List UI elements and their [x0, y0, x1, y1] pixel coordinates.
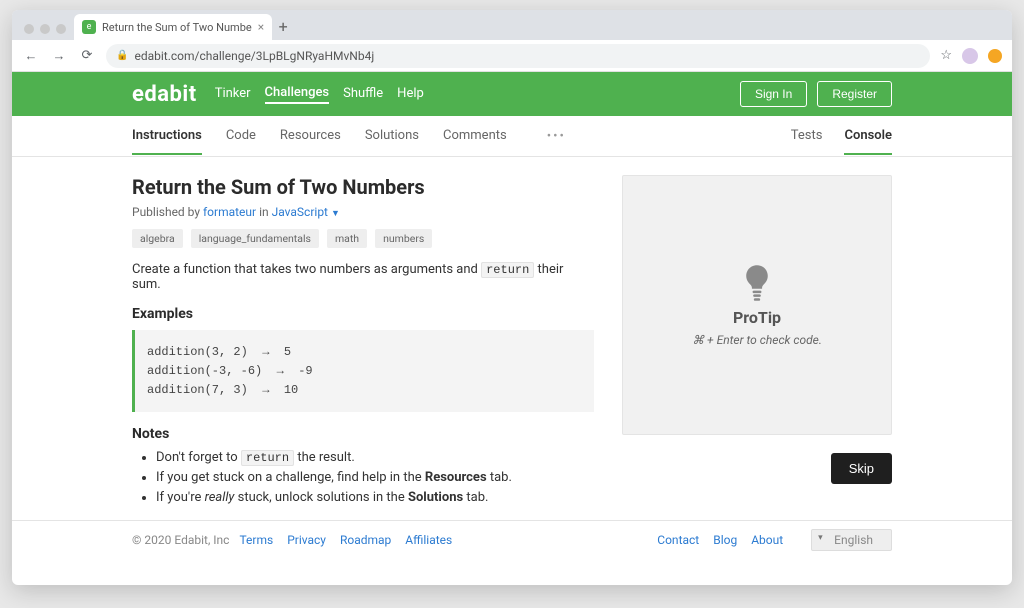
notes-list: Don't forget to return the result. If yo…	[132, 450, 594, 505]
url-field[interactable]: 🔒 edabit.com/challenge/3LpBLgNRyaHMvNb4j	[106, 44, 930, 68]
tag[interactable]: math	[327, 229, 367, 248]
language-selector[interactable]: English	[811, 529, 892, 551]
site-footer: © 2020 Edabit, Inc Terms Privacy Roadmap…	[132, 521, 892, 559]
browser-window: e Return the Sum of Two Numbe × + ← → ⟳ …	[12, 10, 1012, 585]
tab-instructions[interactable]: Instructions	[132, 118, 202, 155]
secondary-nav-wrap: Instructions Code Resources Solutions Co…	[12, 116, 1012, 157]
note-item: Don't forget to return the result.	[156, 450, 594, 465]
footer-terms[interactable]: Terms	[239, 533, 273, 547]
examples-heading: Examples	[132, 306, 594, 322]
register-button[interactable]: Register	[817, 81, 892, 107]
output-tabs: Tests Console	[791, 118, 892, 155]
skip-button[interactable]: Skip	[831, 453, 892, 484]
lock-icon: 🔒	[116, 50, 128, 61]
copyright: © 2020 Edabit, Inc	[132, 533, 229, 547]
back-icon[interactable]: ←	[22, 48, 40, 64]
new-tab-button[interactable]: +	[272, 17, 294, 40]
tag[interactable]: language_fundamentals	[191, 229, 319, 248]
console-panel: ProTip ⌘ + Enter to check code. Skip	[622, 175, 892, 510]
challenge-description: Create a function that takes two numbers…	[132, 262, 594, 292]
url-text: edabit.com/challenge/3LpBLgNRyaHMvNb4j	[134, 49, 374, 63]
console-box: ProTip ⌘ + Enter to check code.	[622, 175, 892, 435]
chevron-down-icon[interactable]: ▼	[331, 209, 340, 219]
footer-affiliates[interactable]: Affiliates	[405, 533, 452, 547]
tab-solutions[interactable]: Solutions	[365, 118, 419, 155]
footer-right-links: Contact Blog About English	[657, 529, 892, 551]
favicon-icon: e	[82, 20, 96, 34]
challenge-title: Return the Sum of Two Numbers	[132, 175, 594, 199]
tag[interactable]: algebra	[132, 229, 183, 248]
lightbulb-icon	[741, 264, 773, 302]
footer-privacy[interactable]: Privacy	[287, 533, 326, 547]
window-close-icon[interactable]	[24, 24, 34, 34]
example-line: addition(-3, -6) → -9	[147, 364, 582, 378]
forward-icon[interactable]: →	[50, 48, 68, 64]
primary-nav: Tinker Challenges Shuffle Help	[215, 85, 424, 104]
tab-tests[interactable]: Tests	[791, 118, 823, 155]
site-header: edabit Tinker Challenges Shuffle Help Si…	[12, 72, 1012, 116]
author-link[interactable]: formateur	[203, 205, 256, 219]
reload-icon[interactable]: ⟳	[78, 48, 96, 63]
challenge-byline: Published by formateur in JavaScript ▼	[132, 205, 594, 219]
browser-tabbar: e Return the Sum of Two Numbe × +	[12, 10, 1012, 40]
footer-blog[interactable]: Blog	[713, 533, 737, 547]
nav-tinker[interactable]: Tinker	[215, 86, 251, 103]
challenge-tabs: Instructions Code Resources Solutions Co…	[132, 118, 507, 155]
note-item: If you're really stuck, unlock solutions…	[156, 490, 594, 505]
example-line: addition(3, 2) → 5	[147, 345, 582, 359]
protip-title: ProTip	[733, 308, 781, 327]
protip-subtitle: ⌘ + Enter to check code.	[692, 333, 822, 347]
more-menu-icon[interactable]: •••	[547, 129, 566, 144]
tab-resources[interactable]: Resources	[280, 118, 341, 155]
extension-icon[interactable]	[988, 49, 1002, 63]
notes-heading: Notes	[132, 426, 594, 442]
tab-console[interactable]: Console	[844, 118, 892, 155]
footer-links: Terms Privacy Roadmap Affiliates	[239, 533, 452, 547]
nav-shuffle[interactable]: Shuffle	[343, 86, 383, 103]
tab-comments[interactable]: Comments	[443, 118, 507, 155]
nav-help[interactable]: Help	[397, 86, 424, 103]
profile-avatar-icon[interactable]	[962, 48, 978, 64]
language-link[interactable]: JavaScript	[272, 205, 328, 219]
window-min-icon[interactable]	[40, 24, 50, 34]
signin-button[interactable]: Sign In	[740, 81, 807, 107]
browser-tab[interactable]: e Return the Sum of Two Numbe ×	[74, 14, 272, 40]
footer-about[interactable]: About	[751, 533, 783, 547]
instructions-panel: Return the Sum of Two Numbers Published …	[132, 175, 594, 510]
footer-contact[interactable]: Contact	[657, 533, 699, 547]
examples-codeblock: addition(3, 2) → 5 addition(-3, -6) → -9…	[132, 330, 594, 412]
note-item: If you get stuck on a challenge, find he…	[156, 470, 594, 485]
main-area: Return the Sum of Two Numbers Published …	[12, 157, 1012, 585]
nav-challenges[interactable]: Challenges	[265, 85, 330, 104]
window-controls	[20, 24, 74, 40]
tab-title: Return the Sum of Two Numbe	[102, 21, 252, 34]
close-tab-icon[interactable]: ×	[258, 20, 264, 34]
browser-addressbar: ← → ⟳ 🔒 edabit.com/challenge/3LpBLgNRyaH…	[12, 40, 1012, 72]
footer-roadmap[interactable]: Roadmap	[340, 533, 391, 547]
footer-wrap: © 2020 Edabit, Inc Terms Privacy Roadmap…	[12, 520, 1012, 559]
inline-code: return	[481, 262, 534, 278]
tag[interactable]: numbers	[375, 229, 432, 248]
brand-logo[interactable]: edabit	[132, 82, 197, 107]
star-icon[interactable]: ☆	[940, 48, 952, 63]
example-line: addition(7, 3) → 10	[147, 383, 582, 397]
window-max-icon[interactable]	[56, 24, 66, 34]
tab-code[interactable]: Code	[226, 118, 256, 155]
tag-list: algebra language_fundamentals math numbe…	[132, 229, 594, 248]
